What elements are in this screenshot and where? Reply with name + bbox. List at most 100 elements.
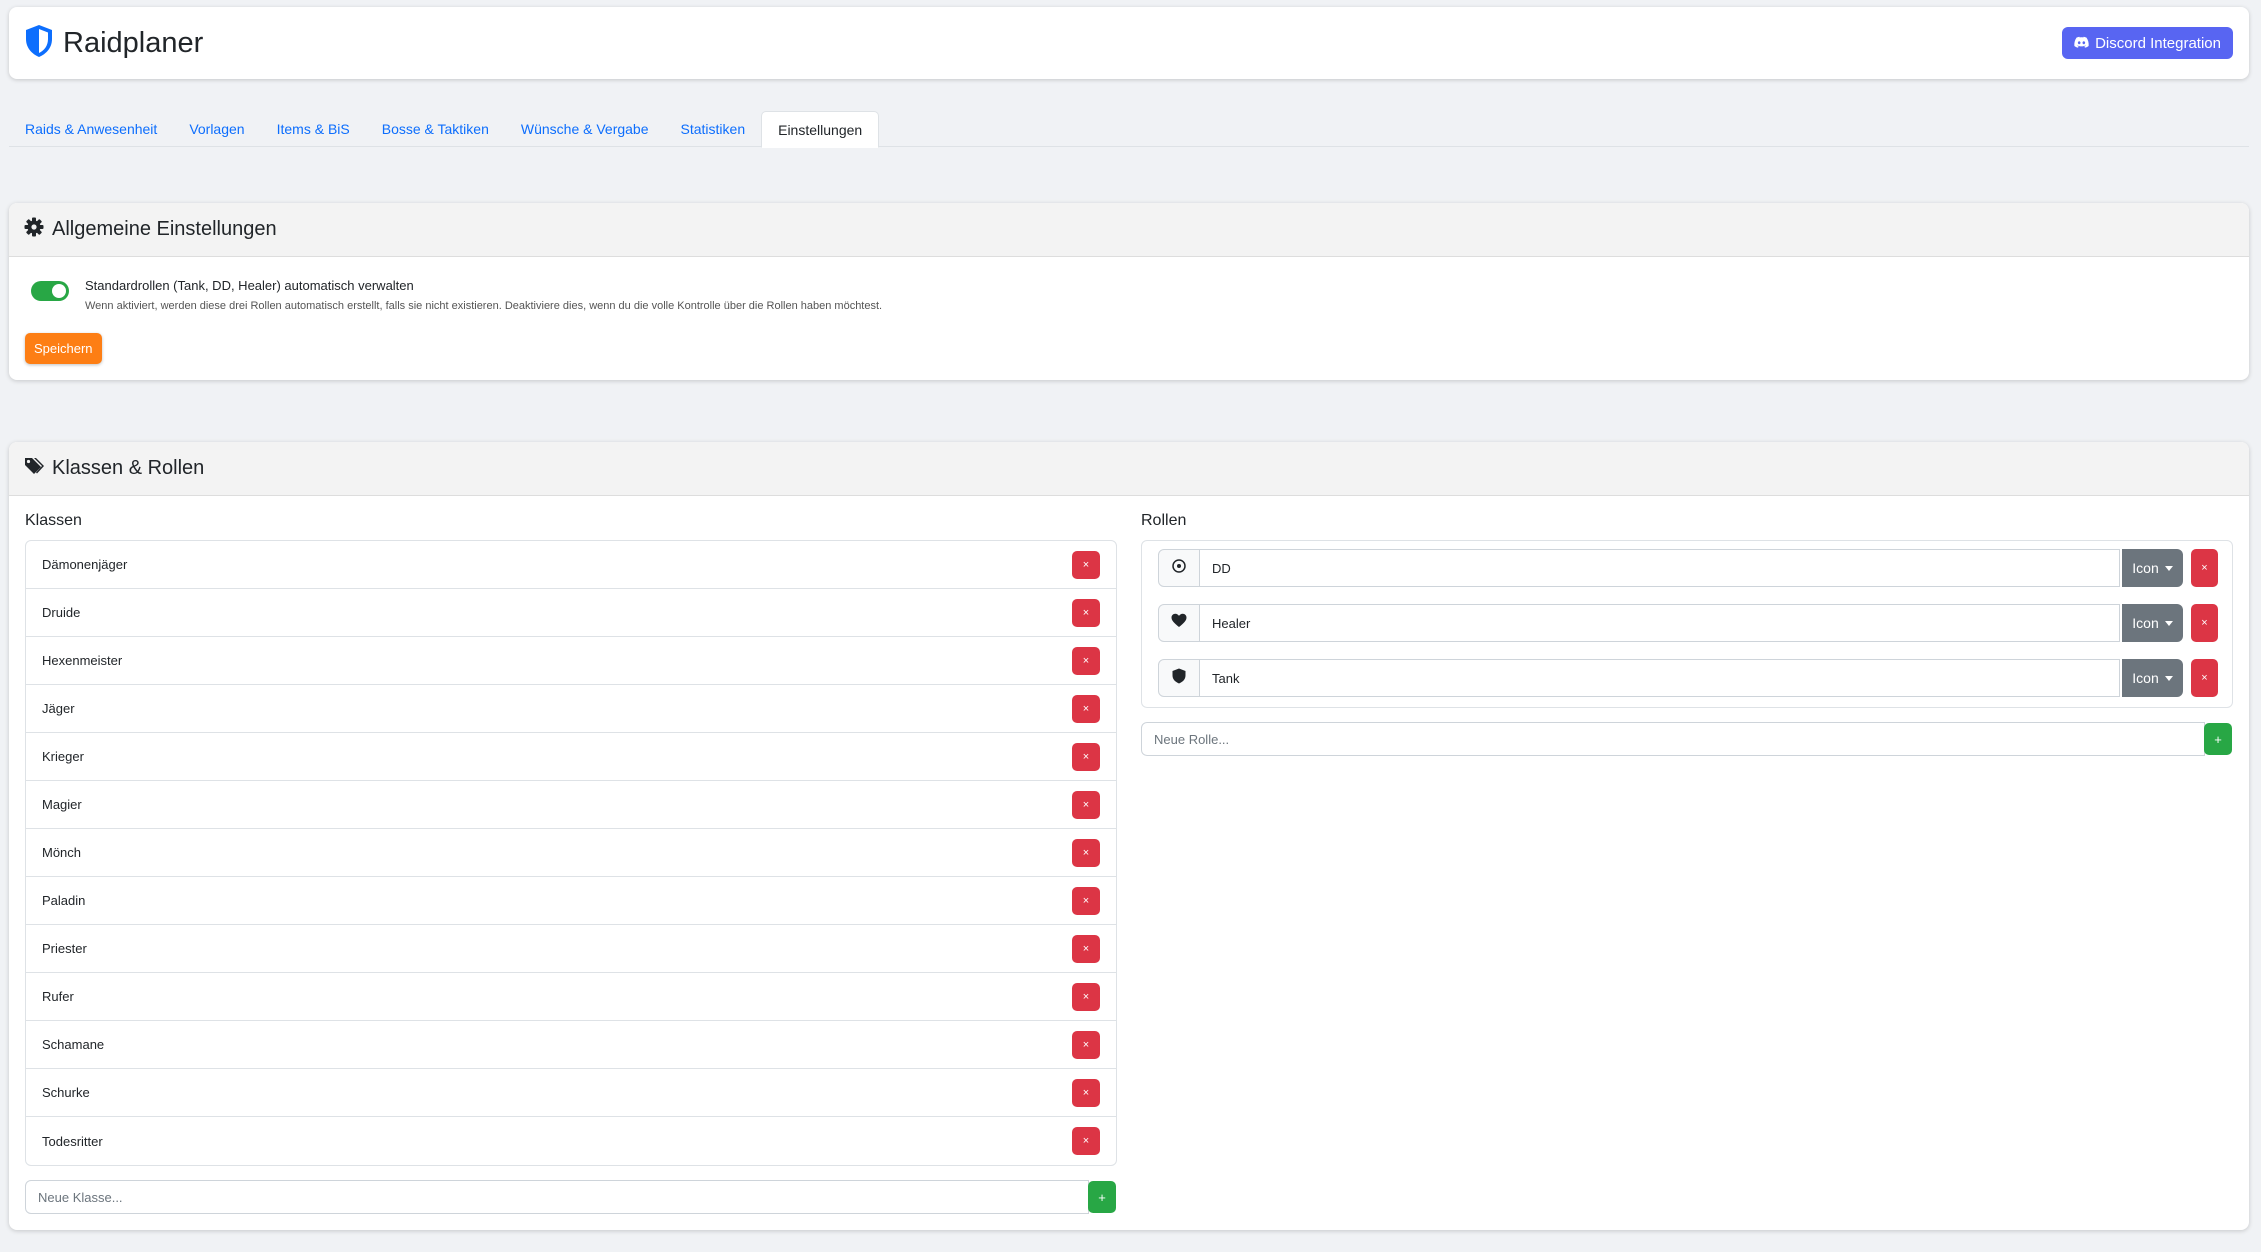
class-list-item: Druide ×: [26, 589, 1116, 637]
delete-role-button[interactable]: ×: [2191, 549, 2218, 587]
tab-vorlagen[interactable]: Vorlagen: [173, 111, 260, 147]
role-icon-box: [1158, 549, 1200, 587]
role-icon-dropdown[interactable]: Icon: [2122, 604, 2183, 642]
role-icon-box: [1158, 604, 1200, 642]
delete-class-button[interactable]: ×: [1072, 1030, 1100, 1059]
class-list-item: Hexenmeister ×: [26, 637, 1116, 685]
tags-icon: [24, 457, 44, 481]
class-list: Dämonenjäger × Druide × Hexenmeister × Jäger × K…: [25, 540, 1117, 1166]
classes-roles-title: Klassen & Rollen: [52, 457, 205, 479]
general-settings-header: Allgemeine Einstellungen: [9, 203, 2249, 257]
discord-button-label: Discord Integration: [2095, 34, 2221, 52]
role-name-input[interactable]: [1200, 549, 2120, 587]
class-name: Jäger: [42, 701, 75, 716]
delete-class-button[interactable]: ×: [1072, 1078, 1100, 1107]
auto-roles-text: Standardrollen (Tank, DD, Healer) automa…: [85, 277, 882, 312]
chevron-down-icon: [2164, 565, 2173, 571]
classes-roles-card: Klassen & Rollen Klassen Dämonenjäger × Dr…: [9, 442, 2249, 1230]
class-list-item: Krieger ×: [26, 733, 1116, 781]
delete-class-button[interactable]: ×: [1072, 598, 1100, 627]
general-settings-card: Allgemeine Einstellungen Standardrollen …: [9, 203, 2249, 380]
add-class-button[interactable]: +: [1088, 1181, 1116, 1213]
class-list-item: Magier ×: [26, 781, 1116, 829]
class-name: Mönch: [42, 845, 82, 860]
class-list-item: Dämonenjäger ×: [26, 541, 1116, 589]
class-name: Schamane: [42, 1037, 105, 1052]
icon-dropdown-label: Icon: [2132, 560, 2159, 576]
class-name: Rufer: [42, 989, 74, 1004]
delete-role-button[interactable]: ×: [2191, 659, 2218, 697]
new-role-input[interactable]: [1141, 722, 2205, 756]
delete-class-button[interactable]: ×: [1072, 1127, 1100, 1155]
delete-class-button[interactable]: ×: [1072, 742, 1100, 771]
tab-items[interactable]: Items & BiS: [261, 111, 366, 147]
delete-class-button[interactable]: ×: [1072, 694, 1100, 723]
tab-bosse[interactable]: Bosse & Taktiken: [366, 111, 505, 147]
class-name: Paladin: [42, 893, 86, 908]
tab-raids[interactable]: Raids & Anwesenheit: [9, 111, 173, 147]
discord-integration-button[interactable]: Discord Integration: [2062, 27, 2233, 59]
new-class-input[interactable]: [25, 1180, 1089, 1214]
tab-einstellungen[interactable]: Einstellungen: [761, 111, 880, 148]
save-button[interactable]: Speichern: [25, 333, 102, 364]
class-name: Magier: [42, 797, 82, 812]
class-name: Hexenmeister: [42, 653, 123, 668]
delete-class-button[interactable]: ×: [1072, 838, 1100, 867]
role-name-input[interactable]: [1200, 604, 2120, 642]
gear-icon: [24, 217, 44, 243]
add-role-button[interactable]: +: [2204, 723, 2232, 755]
class-name: Todesritter: [42, 1133, 103, 1149]
chevron-down-icon: [2164, 620, 2173, 626]
auto-roles-setting: Standardrollen (Tank, DD, Healer) automa…: [31, 277, 882, 312]
class-list-item: Priester ×: [26, 925, 1116, 973]
delete-class-button[interactable]: ×: [1072, 790, 1100, 819]
delete-class-button[interactable]: ×: [1072, 982, 1100, 1011]
general-settings-title: Allgemeine Einstellungen: [52, 218, 277, 240]
class-list-item: Paladin ×: [26, 877, 1116, 925]
role-icon-dropdown[interactable]: Icon: [2122, 549, 2183, 587]
shield-icon: [1172, 668, 1186, 689]
role-name-input[interactable]: [1200, 659, 2120, 697]
main-tabs: Raids & Anwesenheit Vorlagen Items & BiS…: [9, 111, 2249, 148]
app-title: Raidplaner: [63, 26, 204, 59]
shield-logo-icon: [25, 24, 53, 63]
crosshair-icon: [1171, 558, 1187, 579]
app-header: Raidplaner Discord Integration: [9, 7, 2249, 79]
role-row: Icon ×: [1158, 659, 2218, 697]
delete-role-button[interactable]: ×: [2191, 604, 2218, 642]
role-row: Icon ×: [1158, 604, 2218, 642]
auto-roles-description: Wenn aktiviert, werden diese drei Rollen…: [85, 300, 883, 312]
tab-statistiken[interactable]: Statistiken: [665, 111, 762, 147]
role-row: Icon ×: [1158, 549, 2218, 587]
icon-dropdown-label: Icon: [2132, 615, 2159, 631]
toggle-knob: [52, 284, 66, 298]
roles-title: Rollen: [1141, 512, 1187, 529]
class-name: Schurke: [42, 1085, 90, 1100]
chevron-down-icon: [2164, 675, 2173, 681]
icon-dropdown-label: Icon: [2132, 670, 2159, 686]
role-icon-dropdown[interactable]: Icon: [2122, 659, 2183, 697]
class-list-item: Schamane ×: [26, 1021, 1116, 1069]
brand: Raidplaner: [25, 24, 203, 63]
classes-title: Klassen: [25, 512, 82, 529]
class-list-item: Rufer ×: [26, 973, 1116, 1021]
tab-wuensche[interactable]: Wünsche & Vergabe: [505, 111, 665, 147]
heart-icon: [1171, 613, 1187, 633]
class-list-item: Todesritter ×: [26, 1117, 1116, 1165]
class-name: Krieger: [42, 749, 84, 764]
auto-roles-toggle[interactable]: [31, 281, 69, 301]
role-list: Icon × Icon ×: [1141, 540, 2233, 708]
class-list-item: Schurke ×: [26, 1069, 1116, 1117]
discord-icon: [2074, 35, 2089, 52]
delete-class-button[interactable]: ×: [1072, 934, 1100, 963]
delete-class-button[interactable]: ×: [1072, 886, 1100, 915]
add-role-row: +: [1141, 722, 2232, 756]
delete-class-button[interactable]: ×: [1072, 550, 1100, 579]
auto-roles-label: Standardrollen (Tank, DD, Healer) automa…: [85, 278, 414, 293]
classes-roles-header: Klassen & Rollen: [9, 442, 2249, 496]
class-name: Druide: [42, 605, 81, 620]
delete-class-button[interactable]: ×: [1072, 646, 1100, 675]
class-list-item: Mönch ×: [26, 829, 1116, 877]
class-list-item: Jäger ×: [26, 685, 1116, 733]
class-name: Priester: [42, 941, 87, 956]
